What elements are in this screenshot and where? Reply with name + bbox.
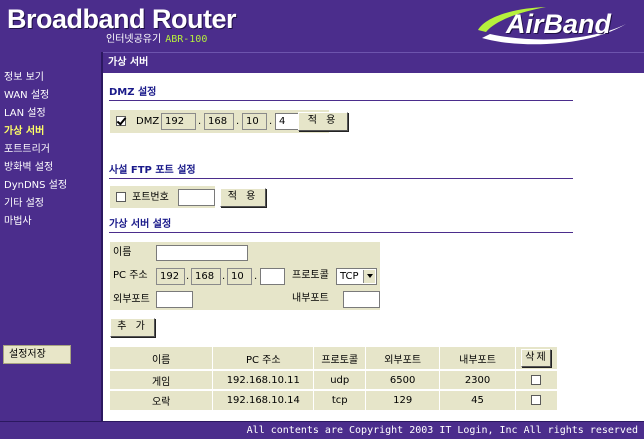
name-input[interactable] — [156, 245, 248, 261]
cell-internal-port: 45 — [439, 389, 516, 410]
row-delete-checkbox[interactable] — [531, 395, 542, 405]
cell-protocol: tcp — [313, 389, 367, 410]
cell-external-port: 129 — [365, 389, 441, 410]
dmz-ip-octet-3[interactable]: 10 — [242, 113, 267, 130]
main-content: 가상 서버 DMZ 설정 DMZ 192 . 168 . 10 . 4 적 용 … — [103, 52, 644, 421]
column-header-name: 이름 — [110, 347, 214, 370]
cell-delete — [515, 369, 559, 390]
sidebar-item-other[interactable]: 기타 설정 — [4, 195, 67, 213]
vs-ip-octet-4[interactable] — [260, 268, 285, 285]
table-row: 게임 192.168.10.11 udp 6500 2300 — [110, 369, 559, 390]
app-title: Broadband Router — [7, 4, 237, 34]
dmz-ip-octet-2[interactable]: 168 — [204, 113, 234, 130]
sidebar-item-info[interactable]: 정보 보기 — [4, 69, 67, 87]
header: Broadband Router 인터넷공유기 ABR-100 AirBand — [0, 0, 644, 52]
ip-dot: . — [186, 271, 190, 282]
sidebar-item-dyndns[interactable]: DynDNS 설정 — [4, 177, 67, 195]
ip-dot: . — [236, 116, 240, 127]
dmz-checkbox[interactable] — [116, 116, 126, 126]
table-row: 오락 192.168.10.14 tcp 129 45 — [110, 389, 559, 410]
logo-text: AirBand — [506, 9, 612, 39]
name-label: 이름 — [110, 242, 154, 263]
cell-protocol: udp — [313, 369, 367, 390]
ip-dot: . — [222, 271, 226, 282]
row-delete-checkbox[interactable] — [531, 374, 542, 385]
ip-dot: . — [269, 116, 273, 127]
ftp-apply-button[interactable]: 적 용 — [220, 188, 266, 207]
protocol-label: 프로토콜 — [292, 270, 329, 281]
ftp-port-label: 포트번호 — [132, 192, 169, 203]
ftp-port-input[interactable] — [178, 189, 215, 206]
pc-address-label: PC 주소 — [110, 265, 154, 286]
vs-ip-octet-2[interactable]: 168 — [191, 268, 221, 285]
sidebar-item-port-trigger[interactable]: 포트트리거 — [4, 141, 67, 159]
cell-external-port: 6500 — [365, 369, 441, 390]
sidebar-menu: 정보 보기 WAN 설정 LAN 설정 가상 서버 포트트리거 방화벽 설정 D… — [4, 69, 67, 231]
dmz-ip-octet-1[interactable]: 192 — [161, 113, 196, 130]
chevron-down-icon — [363, 270, 375, 283]
external-port-label: 외부포트 — [110, 289, 154, 310]
internal-port-label: 내부포트 — [292, 293, 329, 304]
model-number: ABR-100 — [165, 34, 208, 45]
virtual-server-table: 이름 PC 주소 프로토콜 외부포트 내부포트 삭제 게임 192.168.10… — [110, 347, 559, 410]
vs-ip-octet-3[interactable]: 10 — [227, 268, 252, 285]
internal-port-input[interactable] — [343, 291, 380, 308]
save-settings-button[interactable]: 설정저장 — [3, 345, 71, 364]
sidebar-item-virtual-server[interactable]: 가상 서버 — [4, 123, 67, 141]
dmz-ip-octet-4[interactable]: 4 — [275, 113, 300, 130]
ip-dot: . — [254, 271, 258, 282]
cell-name: 오락 — [110, 389, 214, 410]
column-header-external-port: 외부포트 — [365, 347, 441, 370]
cell-delete — [515, 389, 559, 410]
cell-internal-port: 2300 — [439, 369, 516, 390]
footer-copyright: All contents are Copyright 2003 IT Login… — [0, 421, 644, 439]
column-header-protocol: 프로토콜 — [313, 347, 367, 370]
external-port-input[interactable] — [156, 291, 193, 308]
dmz-label: DMZ — [136, 116, 160, 127]
sidebar-item-firewall[interactable]: 방화벽 설정 — [4, 159, 67, 177]
cell-name: 게임 — [110, 369, 214, 390]
ftp-checkbox[interactable] — [116, 192, 126, 202]
subtitle-text: 인터넷공유기 — [106, 34, 162, 45]
sidebar-item-wizard[interactable]: 마법사 — [4, 213, 67, 231]
sidebar: 정보 보기 WAN 설정 LAN 설정 가상 서버 포트트리거 방화벽 설정 D… — [0, 52, 101, 421]
virtual-server-panel: 이름 PC 주소 192 . 168 . 10 . 프로토콜 TCP 외부포트 … — [110, 242, 380, 310]
ftp-section-title: 사설 FTP 포트 설정 — [109, 164, 573, 179]
cell-pc-address: 192.168.10.11 — [212, 369, 315, 390]
delete-button[interactable]: 삭제 — [521, 349, 552, 367]
sidebar-item-lan[interactable]: LAN 설정 — [4, 105, 67, 123]
airband-logo: AirBand — [476, 4, 636, 48]
page-title: 가상 서버 — [103, 52, 644, 73]
app-subtitle: 인터넷공유기 ABR-100 — [106, 34, 207, 46]
vs-ip-octet-1[interactable]: 192 — [156, 268, 185, 285]
column-header-pc-address: PC 주소 — [212, 347, 315, 370]
column-header-delete: 삭제 — [515, 347, 559, 370]
protocol-value: TCP — [340, 271, 359, 282]
virtual-server-section-title: 가상 서버 설정 — [109, 218, 573, 233]
sidebar-item-wan[interactable]: WAN 설정 — [4, 87, 67, 105]
column-header-internal-port: 내부포트 — [439, 347, 516, 370]
cell-pc-address: 192.168.10.14 — [212, 389, 315, 410]
ftp-panel: 포트번호 — [110, 186, 215, 208]
protocol-select[interactable]: TCP — [336, 268, 377, 285]
add-button[interactable]: 추 가 — [110, 318, 155, 337]
table-header-row: 이름 PC 주소 프로토콜 외부포트 내부포트 삭제 — [110, 347, 559, 370]
dmz-panel: DMZ 192 . 168 . 10 . 4 — [110, 110, 329, 133]
ip-dot: . — [198, 116, 202, 127]
dmz-apply-button[interactable]: 적 용 — [298, 112, 348, 131]
dmz-section-title: DMZ 설정 — [109, 86, 573, 101]
